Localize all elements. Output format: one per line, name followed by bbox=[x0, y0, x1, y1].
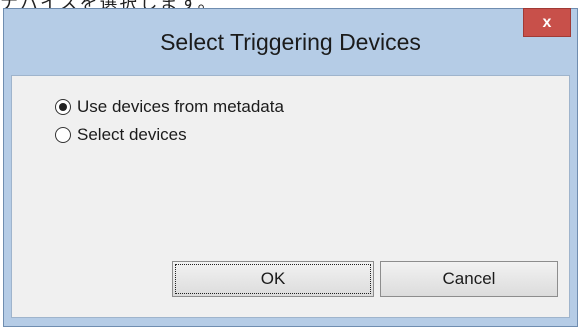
radio-button-selected[interactable] bbox=[55, 99, 71, 115]
option-select-devices[interactable]: Select devices bbox=[55, 122, 187, 148]
cancel-button[interactable]: Cancel bbox=[380, 261, 558, 297]
title-bar[interactable]: Select Triggering Devices x bbox=[4, 8, 577, 75]
option-use-devices-from-metadata[interactable]: Use devices from metadata bbox=[55, 94, 284, 120]
select-triggering-devices-dialog: Select Triggering Devices x Use devices … bbox=[3, 8, 578, 327]
option-label: Select devices bbox=[77, 125, 187, 144]
close-button[interactable]: x bbox=[523, 8, 571, 37]
close-icon: x bbox=[542, 14, 552, 31]
option-label: Use devices from metadata bbox=[77, 97, 284, 116]
radio-button[interactable] bbox=[55, 127, 71, 143]
dialog-title: Select Triggering Devices bbox=[160, 29, 421, 55]
screen: ナバイスを選択します。 Select Triggering Devices x … bbox=[0, 0, 582, 329]
dialog-content: Use devices from metadata Select devices… bbox=[11, 75, 570, 318]
ok-button[interactable]: OK bbox=[172, 261, 374, 297]
